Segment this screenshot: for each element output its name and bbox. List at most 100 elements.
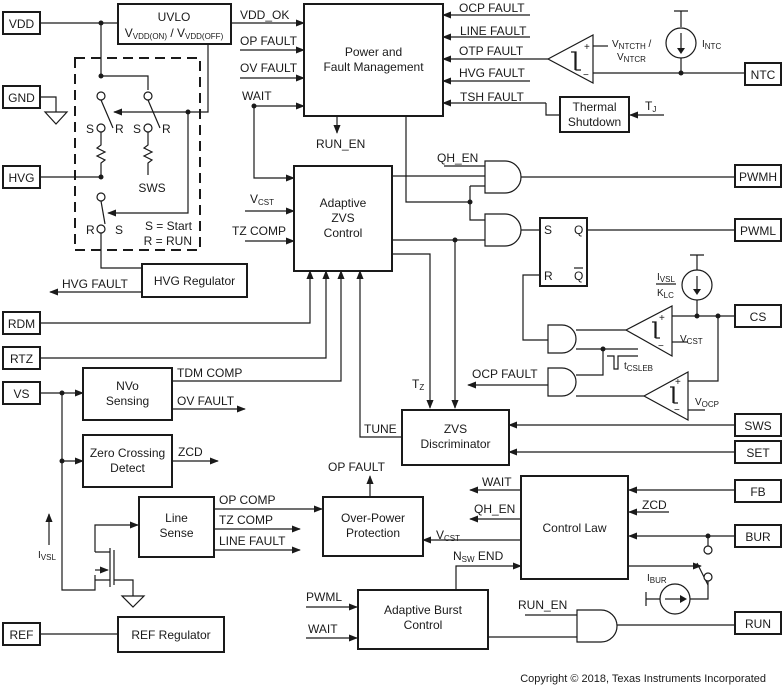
pin-cs-label: CS — [750, 310, 767, 324]
and-gate-pwmh — [484, 160, 522, 194]
svg-text:TZ COMP: TZ COMP — [219, 513, 273, 527]
pin-sws: SWS — [734, 413, 782, 437]
pin-vs-label: VS — [13, 387, 29, 401]
svg-text:Line: Line — [165, 511, 188, 525]
zero-crossing-detect-block: Zero Crossing Detect — [82, 434, 173, 488]
svg-text:S: S — [115, 223, 123, 237]
thermal-shutdown-block: Thermal Shutdown — [559, 96, 630, 133]
pin-fb-label: FB — [750, 485, 765, 499]
svg-text:REF Regulator: REF Regulator — [131, 628, 210, 642]
and-gate-run — [576, 609, 618, 643]
zvs-discriminator-block: ZVS Discriminator — [401, 409, 510, 466]
pin-vs: VS — [2, 381, 41, 405]
pin-pwmh-label: PWMH — [739, 170, 777, 184]
pin-gnd-label: GND — [8, 91, 35, 105]
ivsl-klc-num: IVSL — [657, 272, 675, 284]
pin-ntc: NTC — [744, 62, 782, 86]
pin-bur-label: BUR — [745, 530, 771, 544]
pin-gnd: GND — [2, 85, 41, 109]
svg-text:Adaptive Burst: Adaptive Burst — [384, 603, 463, 617]
svg-text:Q: Q — [574, 223, 583, 237]
svg-text:Control Law: Control Law — [542, 521, 606, 535]
svg-text:Shutdown: Shutdown — [568, 115, 621, 129]
pin-rdm: RDM — [2, 311, 41, 335]
svg-text:R: R — [115, 122, 124, 136]
svg-text:TUNE: TUNE — [364, 422, 397, 436]
svg-text:RUN_EN: RUN_EN — [316, 137, 365, 151]
mosfet — [94, 521, 146, 608]
ref-regulator-block: REF Regulator — [117, 616, 225, 653]
and-gate-pwml — [484, 213, 522, 247]
svg-text:Sense: Sense — [159, 526, 193, 540]
bur-current-source: IBUR — [645, 573, 691, 615]
svg-text:Thermal: Thermal — [572, 100, 616, 114]
vcst-label: VCST — [250, 192, 274, 207]
svg-text:OTP FAULT: OTP FAULT — [459, 44, 524, 58]
svg-text:OCP FAULT: OCP FAULT — [472, 367, 538, 381]
svg-text:PWML: PWML — [306, 590, 342, 604]
svg-text:Control: Control — [404, 618, 443, 632]
pin-pwmh: PWMH — [734, 164, 782, 188]
svg-text:ZVS: ZVS — [331, 211, 354, 225]
uvlo-title: UVLO — [158, 10, 191, 24]
startup-switch-2: S R SWS — [133, 91, 171, 195]
legend-start: S = Start — [145, 219, 193, 233]
ntc-current-source: INTC — [665, 10, 721, 73]
ivsl-klc-den: KLC — [657, 288, 674, 300]
svg-text:Protection: Protection — [346, 526, 400, 540]
svg-text:VDD_OK: VDD_OK — [240, 8, 289, 22]
svg-text:Sensing: Sensing — [106, 394, 149, 408]
svg-text:−: − — [674, 405, 680, 416]
svg-text:R: R — [162, 122, 171, 136]
svg-text:S: S — [544, 223, 552, 237]
svg-text:+: + — [584, 42, 590, 53]
svg-text:OP FAULT: OP FAULT — [328, 460, 386, 474]
hvg-regulator-block: HVG Regulator — [141, 263, 248, 298]
ivsl-label: IVSL — [38, 550, 56, 562]
pin-ntc-label: NTC — [751, 68, 776, 82]
svg-text:LINE FAULT: LINE FAULT — [219, 534, 286, 548]
pin-fb: FB — [734, 479, 782, 503]
pin-ref: REF — [2, 622, 41, 646]
pin-pwml-label: PWML — [740, 224, 776, 238]
svg-text:QH_EN: QH_EN — [474, 502, 515, 516]
svg-text:ZCD: ZCD — [642, 498, 667, 512]
svg-text:OV FAULT: OV FAULT — [240, 61, 298, 75]
svg-text:HVG FAULT: HVG FAULT — [459, 66, 525, 80]
nvo-sensing-block: NVo Sensing — [82, 367, 173, 421]
pin-set-label: SET — [746, 446, 770, 460]
svg-text:WAIT: WAIT — [482, 475, 512, 489]
control-law-block: Control Law — [520, 475, 629, 580]
svg-text:+: + — [675, 377, 681, 388]
svg-text:OCP FAULT: OCP FAULT — [459, 1, 525, 15]
pin-hvg-label: HVG — [8, 171, 34, 185]
svg-text:OP FAULT: OP FAULT — [240, 34, 298, 48]
svg-text:Adaptive: Adaptive — [320, 196, 367, 210]
and-gate-ocp — [547, 367, 577, 397]
svg-text:Fault Management: Fault Management — [323, 60, 424, 74]
svg-text:−: − — [583, 70, 589, 81]
vntcth-label: VNTCTH / — [612, 39, 652, 51]
intc-label: INTC — [702, 39, 721, 51]
pin-run: RUN — [734, 611, 782, 635]
line-sense-block: Line Sense — [138, 496, 215, 558]
pin-bur: BUR — [734, 524, 782, 548]
svg-text:RUN_EN: RUN_EN — [518, 598, 567, 612]
svg-text:TSH FAULT: TSH FAULT — [460, 90, 524, 104]
pin-sws-label: SWS — [744, 419, 771, 433]
pin-set: SET — [734, 440, 782, 464]
svg-text:TDM COMP: TDM COMP — [177, 366, 242, 380]
nsw-end-label: NSW END — [453, 549, 504, 564]
svg-text:R: R — [544, 269, 553, 283]
adaptive-zvs-control-block: Adaptive ZVS Control — [293, 165, 393, 272]
svg-text:Over-Power: Over-Power — [341, 511, 405, 525]
ntc-comparator: + − — [546, 34, 594, 84]
sr-latch: S Q R Q — [539, 217, 588, 287]
vcst-cs-label: VCST — [680, 334, 703, 346]
startup-switch-3: R S — [86, 192, 123, 237]
svg-text:Zero Crossing: Zero Crossing — [90, 446, 165, 460]
pin-vdd-label: VDD — [9, 17, 35, 31]
svg-text:LINE FAULT: LINE FAULT — [460, 24, 527, 38]
svg-text:S: S — [133, 122, 141, 136]
tcsleb-label: tCSLEB — [624, 361, 653, 373]
